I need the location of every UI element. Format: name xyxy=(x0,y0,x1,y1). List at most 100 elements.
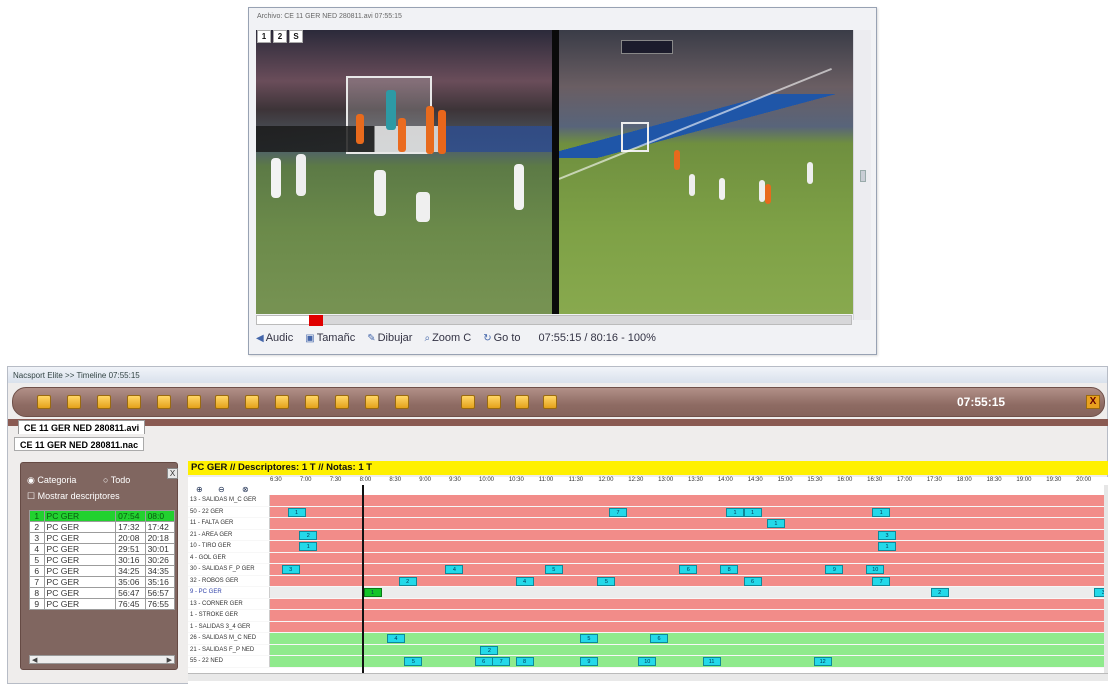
table-row[interactable]: 1 PC GER 07:54 08:0 xyxy=(29,510,176,522)
timeline-track[interactable]: 1 - STROKE GER xyxy=(188,610,1108,622)
track-lane[interactable]: 123 xyxy=(270,587,1108,598)
track-label[interactable]: 26 - SALIDAS M_C NED xyxy=(188,633,270,644)
timeline-track[interactable]: 13 - CORNER GER xyxy=(188,598,1108,610)
timeline-track[interactable]: 21 - SALIDAS F_P NED 2 xyxy=(188,644,1108,656)
track-lane[interactable]: 2 4 5 6 7 xyxy=(270,575,1106,586)
timeline-playhead[interactable] xyxy=(362,485,364,675)
timeline-track[interactable]: 1 - SALIDAS 3_4 GER xyxy=(188,621,1108,633)
timeline-event[interactable]: 7 xyxy=(609,507,628,517)
zoom-in-icon[interactable]: ⊕ xyxy=(196,485,203,494)
refresh-icon[interactable] xyxy=(335,395,349,409)
timeline-event[interactable]: 1 xyxy=(726,507,744,517)
timeline-event[interactable]: 5 xyxy=(597,576,616,586)
timeline-event[interactable]: 12 xyxy=(813,657,832,666)
timeline-event[interactable]: 2 xyxy=(299,530,318,540)
timeline-track[interactable]: 4 - GOL GER xyxy=(188,552,1108,564)
table-row[interactable]: 5 PC GER 30:16 30:26 xyxy=(29,554,176,566)
size-button[interactable]: ▣ Tamañc xyxy=(305,332,355,344)
scroll-right-icon[interactable]: ▶ xyxy=(167,656,172,664)
timeline-event[interactable]: 1 xyxy=(872,507,891,517)
timeline-event[interactable]: 1 xyxy=(363,588,382,597)
timeline-track[interactable]: 9 - PC GER123 xyxy=(188,587,1108,599)
track-label[interactable]: 13 - CORNER GER xyxy=(188,598,270,609)
timeline-event[interactable]: 1 xyxy=(287,507,306,517)
timeline-vertical-scrollbar[interactable] xyxy=(1104,485,1108,675)
timeline-track[interactable]: 32 - ROBOS GER 2 4 5 6 7 xyxy=(188,575,1108,587)
track-lane[interactable]: 3 4 5 6 8 9 10 xyxy=(270,564,1106,575)
timeline-track[interactable]: 30 - SALIDAS F_P GER 3 4 5 6 8 9 10 xyxy=(188,564,1108,576)
timeline-event[interactable]: 5 xyxy=(579,634,598,643)
timeline-event[interactable]: 5 xyxy=(404,657,423,666)
timeline-track[interactable]: 10 - TIRO GER 1 1 xyxy=(188,541,1108,553)
zoom-out-icon[interactable]: ⊖ xyxy=(218,485,225,494)
document-icon[interactable] xyxy=(157,395,171,409)
radio-todo[interactable]: ○ Todo xyxy=(103,475,130,485)
play-icon[interactable] xyxy=(37,395,51,409)
print-icon[interactable] xyxy=(245,395,259,409)
tab-video-file[interactable]: CE 11 GER NED 280811.avi xyxy=(18,420,146,434)
timeline-event[interactable]: 6 xyxy=(679,565,698,574)
camera-icon[interactable] xyxy=(543,395,557,409)
timeline-event[interactable]: 1 xyxy=(743,507,762,517)
table-row[interactable]: 6 PC GER 34:25 34:35 xyxy=(29,565,176,577)
track-label[interactable]: 1 - STROKE GER xyxy=(188,610,270,621)
track-label[interactable]: 10 - TIRO GER xyxy=(188,541,270,552)
timeline-event[interactable]: 8 xyxy=(720,565,739,574)
track-lane[interactable]: 17111 xyxy=(270,506,1106,517)
track-label[interactable]: 55 - 22 NED xyxy=(188,656,270,667)
view-button-2[interactable]: 2 xyxy=(273,30,287,43)
panel-horizontal-scrollbar[interactable]: ◀ ▶ xyxy=(29,655,175,664)
timeline-track[interactable]: 50 - 22 GER 1 7 1 1 1 xyxy=(188,506,1108,518)
track-lane[interactable]: 1 xyxy=(270,518,1106,529)
track-lane[interactable] xyxy=(270,598,1106,609)
draw-button[interactable]: ✎ Dibujar xyxy=(367,332,412,344)
table-row[interactable]: 2 PC GER 17:32 17:42 xyxy=(29,521,176,533)
track-lane[interactable] xyxy=(270,552,1106,563)
panel-close-button[interactable]: X xyxy=(167,468,178,479)
timeline-event[interactable]: 7 xyxy=(492,657,511,666)
track-lane[interactable] xyxy=(270,610,1106,621)
show-descriptors-checkbox[interactable]: ☐ Mostrar descriptores xyxy=(27,491,120,502)
track-lane[interactable]: 11 xyxy=(270,541,1106,552)
table-row[interactable]: 3 PC GER 20:08 20:18 xyxy=(29,532,176,544)
timeline-track[interactable]: 21 - AREA GER 2 3 xyxy=(188,529,1108,541)
close-button[interactable]: X xyxy=(1086,395,1100,409)
table-row[interactable]: 9 PC GER 76:45 76:55 xyxy=(29,598,176,610)
seek-bar[interactable] xyxy=(256,315,852,326)
track-lane[interactable]: 4 5 6 xyxy=(270,633,1106,644)
video-view-2[interactable] xyxy=(559,30,853,314)
zoom-button[interactable]: ⌕ Zoom C xyxy=(424,332,471,344)
track-lane[interactable] xyxy=(270,621,1106,632)
timeline-event[interactable]: 10 xyxy=(866,565,885,574)
track-label[interactable]: 13 - SALIDAS M_C GER xyxy=(188,495,270,506)
eye-icon[interactable] xyxy=(187,395,201,409)
scroll-left-icon[interactable]: ◀ xyxy=(32,656,37,664)
timeline-event[interactable]: 2 xyxy=(930,588,949,597)
timeline-track[interactable]: 13 - SALIDAS M_C GER xyxy=(188,495,1108,507)
track-label[interactable]: 9 - PC GER xyxy=(188,587,270,598)
timeline-track[interactable]: 55 - 22 NED 5 6 7 8 9 10 11 12 xyxy=(188,656,1108,668)
track-label[interactable]: 4 - GOL GER xyxy=(188,552,270,563)
chart-icon[interactable] xyxy=(487,395,501,409)
timeline-event[interactable]: 1 xyxy=(878,542,896,551)
timeline-event[interactable]: 5 xyxy=(544,565,563,574)
view-button-s[interactable]: S xyxy=(289,30,303,43)
grid-icon[interactable] xyxy=(215,395,229,409)
volume-slider[interactable] xyxy=(853,30,871,320)
table-row[interactable]: 4 PC GER 29:51 30:01 xyxy=(29,543,176,555)
timeline-event[interactable]: 9 xyxy=(579,657,598,666)
timeline-event[interactable]: 10 xyxy=(638,657,657,666)
timeline-event[interactable]: 7 xyxy=(872,576,891,586)
timeline-event[interactable]: 11 xyxy=(702,657,721,666)
track-lane[interactable]: 23 xyxy=(270,529,1106,540)
timeline-track[interactable]: 26 - SALIDAS M_C NED 4 5 6 xyxy=(188,633,1108,645)
track-lane[interactable]: 5 6 7 8 9 10 11 12 xyxy=(270,656,1106,667)
calendar-icon[interactable] xyxy=(461,395,475,409)
table-icon[interactable] xyxy=(395,395,409,409)
track-label[interactable]: 21 - AREA GER xyxy=(188,529,270,540)
timeline-track[interactable]: 11 - FALTA GER 1 xyxy=(188,518,1108,530)
timeline-event[interactable]: 3 xyxy=(281,565,300,574)
timeline-event[interactable]: 8 xyxy=(515,657,534,666)
radio-categoria[interactable]: ◉ Categoria xyxy=(27,475,76,486)
table-row[interactable]: 7 PC GER 35:06 35:16 xyxy=(29,576,176,588)
